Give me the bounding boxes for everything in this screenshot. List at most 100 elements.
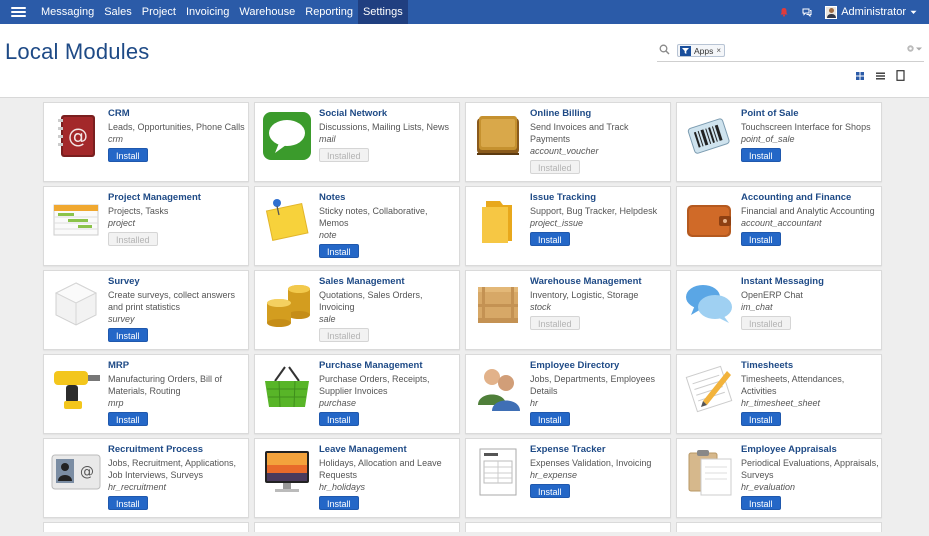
search-facet-apps[interactable]: Apps × [677, 44, 726, 57]
svg-text:@: @ [68, 124, 88, 148]
menu-item-invoicing[interactable]: Invoicing [181, 0, 234, 24]
module-name[interactable]: Expense Tracker [530, 444, 670, 455]
module-name[interactable]: Point of Sale [741, 108, 881, 119]
menu-item-project[interactable]: Project [137, 0, 181, 24]
module-card[interactable]: Point of Sale Touchscreen Interface for S… [676, 102, 882, 182]
module-name[interactable]: Accounting and Finance [741, 192, 881, 203]
install-button[interactable]: Install [319, 244, 359, 258]
id-card-icon: @ [51, 454, 101, 490]
menu-item-settings[interactable]: Settings [357, 0, 408, 24]
install-button[interactable]: Install [741, 148, 781, 162]
module-summary: Financial and Analytic Accounting [741, 206, 875, 216]
install-button[interactable]: Install [108, 496, 148, 510]
module-card[interactable]: Issue Tracking Support, Bug Tracker, Help… [465, 186, 671, 266]
menu-item-reporting[interactable]: Reporting [300, 0, 358, 24]
module-card[interactable]: @ Recruitment Process Jobs, Recruitment, A… [43, 438, 249, 518]
module-summary: Touchscreen Interface for Shops [741, 122, 871, 132]
module-card[interactable]: Instant Messaging OpenERP Chat im_chat Inst… [676, 270, 882, 350]
menu-item-messaging[interactable]: Messaging [36, 0, 99, 24]
module-name[interactable]: CRM [108, 108, 248, 119]
install-button[interactable]: Install [741, 412, 781, 426]
module-card[interactable] [465, 522, 671, 532]
module-info: MRP Manufacturing Orders, Bill of Materia… [108, 360, 248, 409]
module-name[interactable]: Issue Tracking [530, 192, 670, 203]
install-button[interactable]: Install [530, 232, 570, 246]
search-bar[interactable]: Apps × [657, 42, 924, 62]
install-button[interactable]: Install [741, 496, 781, 510]
address-book-icon: @ [58, 115, 95, 157]
install-button[interactable]: Install [108, 148, 148, 162]
installed-badge: Installed [741, 316, 791, 330]
module-card[interactable]: Accounting and Finance Financial and Anal… [676, 186, 882, 266]
module-card[interactable] [254, 522, 460, 532]
module-name[interactable]: Sales Management [319, 276, 459, 287]
list-view-icon[interactable] [875, 71, 886, 81]
search-options-toggle[interactable] [906, 44, 922, 53]
gantt-chart-icon [53, 204, 99, 236]
chat-icon[interactable] [802, 7, 812, 17]
menu-item-sales[interactable]: Sales [99, 0, 137, 24]
module-name[interactable]: Warehouse Management [530, 276, 670, 287]
module-technical-name: im_chat [741, 302, 773, 312]
barcode-scanner-icon [687, 118, 730, 154]
module-name[interactable]: Timesheets [741, 360, 881, 371]
installed-badge: Installed [530, 316, 580, 330]
module-card[interactable]: Purchase Management Purchase Orders, Rece… [254, 354, 460, 434]
installed-badge: Installed [108, 232, 158, 246]
module-card[interactable]: Online Billing Send Invoices and Track Pa… [465, 102, 671, 182]
install-button[interactable]: Install [108, 328, 148, 342]
kanban-view-icon[interactable] [855, 71, 865, 81]
module-name[interactable]: Social Network [319, 108, 459, 119]
module-name[interactable]: Notes [319, 192, 459, 203]
module-info: Recruitment Process Jobs, Recruitment, Ap… [108, 444, 248, 493]
module-name[interactable]: Online Billing [530, 108, 670, 119]
remove-facet-icon[interactable]: × [716, 46, 721, 55]
module-card[interactable]: Survey Create surveys, collect answers an… [43, 270, 249, 350]
module-card[interactable]: Expense Tracker Expenses Validation, Invo… [465, 438, 671, 518]
module-card[interactable]: Leave Management Holidays, Allocation and… [254, 438, 460, 518]
module-summary: Projects, Tasks [108, 206, 169, 216]
search-icon[interactable] [659, 44, 670, 55]
module-card[interactable]: Timesheets Timesheets, Attendances, Activ… [676, 354, 882, 434]
module-card[interactable]: Project Management Projects, Tasks project… [43, 186, 249, 266]
module-card[interactable]: Employee Appraisals Periodical Evaluation… [676, 438, 882, 518]
form-view-icon[interactable] [896, 70, 905, 81]
module-summary: Expenses Validation, Invoicing [530, 458, 652, 468]
install-button[interactable]: Install [108, 412, 148, 426]
module-name[interactable]: Employee Directory [530, 360, 670, 371]
module-name[interactable]: Instant Messaging [741, 276, 881, 287]
module-name[interactable]: Project Management [108, 192, 248, 203]
module-card[interactable]: Employee Directory Jobs, Departments, Emp… [465, 354, 671, 434]
view-switcher [855, 70, 905, 81]
menu-item-warehouse[interactable]: Warehouse [234, 0, 300, 24]
module-name[interactable]: Survey [108, 276, 248, 287]
install-button[interactable]: Install [319, 412, 359, 426]
menu-icon[interactable] [0, 0, 36, 24]
module-card[interactable] [43, 522, 249, 532]
module-name[interactable]: Employee Appraisals [741, 444, 881, 455]
module-card[interactable]: MRP Manufacturing Orders, Bill of Materia… [43, 354, 249, 434]
gear-icon [907, 45, 914, 52]
install-button[interactable]: Install [530, 412, 570, 426]
module-name[interactable]: Recruitment Process [108, 444, 248, 455]
module-name[interactable]: MRP [108, 360, 248, 371]
module-card[interactable]: Warehouse Management Inventory, Logistic,… [465, 270, 671, 350]
module-card[interactable]: Social Network Discussions, Mailing Lists… [254, 102, 460, 182]
module-card[interactable]: @ CRM Leads, Opportunities, Phone Calls crm… [43, 102, 249, 182]
install-button[interactable]: Install [741, 232, 781, 246]
shopping-basket-icon [265, 366, 309, 408]
module-card[interactable]: Sales Management Quotations, Sales Orders… [254, 270, 460, 350]
module-name[interactable]: Leave Management [319, 444, 459, 455]
install-button[interactable]: Install [319, 496, 359, 510]
module-summary: OpenERP Chat [741, 290, 803, 300]
user-menu[interactable]: Administrator [825, 5, 917, 19]
install-button[interactable]: Install [530, 484, 570, 498]
module-info: Warehouse Management Inventory, Logistic,… [530, 276, 670, 313]
bell-icon[interactable] [779, 7, 789, 17]
module-info: Online Billing Send Invoices and Track Pa… [530, 108, 670, 157]
module-name[interactable]: Purchase Management [319, 360, 459, 371]
sticky-note-icon [265, 199, 309, 241]
module-card[interactable]: Notes Sticky notes, Collaborative, Memos n… [254, 186, 460, 266]
avatar [825, 5, 838, 19]
module-card[interactable] [676, 522, 882, 532]
